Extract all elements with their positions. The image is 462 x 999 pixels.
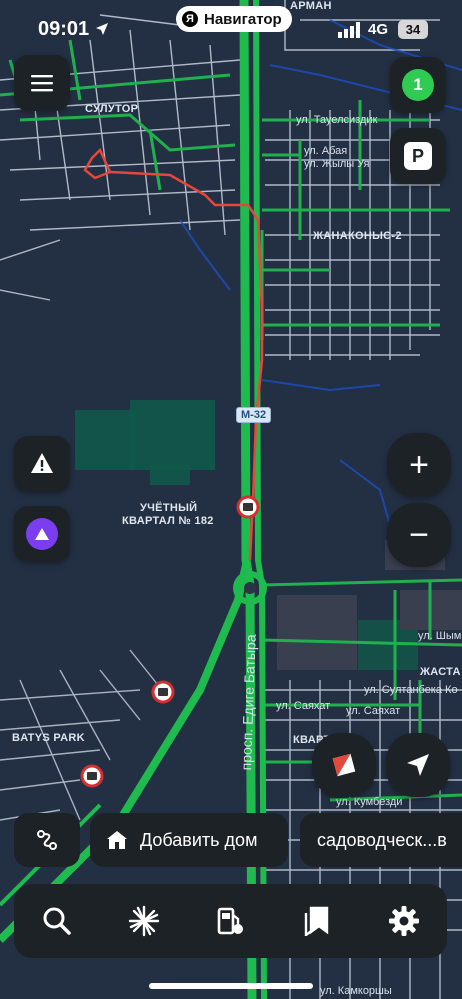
tab-search[interactable] [27, 891, 87, 951]
location-arrow-icon [96, 23, 108, 35]
speed-camera-icon [151, 680, 175, 704]
map-label: ул. Саяхат [276, 700, 331, 712]
sparkle-icon [128, 905, 160, 937]
compass-icon [332, 753, 356, 777]
app-name: Навигатор [204, 10, 282, 28]
map-label: ул. Саяхат [346, 705, 401, 717]
traffic-button[interactable]: 1 [390, 57, 446, 113]
yandex-logo-icon: Я [182, 11, 198, 27]
fuel-station-icon [218, 907, 244, 935]
zoom-in-icon: + [409, 446, 429, 484]
home-indicator[interactable] [149, 983, 313, 989]
navigation-arrow-icon [407, 754, 429, 776]
status-bar: 09:01 Я Навигатор 4G 34 [0, 0, 462, 60]
zoom-out-button[interactable]: − [387, 503, 451, 567]
network-type: 4G [368, 21, 389, 38]
status-time: 09:01 [38, 18, 90, 40]
map-label: ул. Камкоршы [320, 985, 392, 997]
bookmark-icon [304, 906, 329, 936]
gear-icon [388, 906, 419, 936]
battery-indicator: 34 [398, 20, 428, 39]
add-home-button[interactable]: Добавить дом [90, 813, 288, 867]
zoom-out-icon: − [409, 516, 429, 554]
alice-icon [26, 518, 58, 550]
map-label: ул. Жылы Уя [304, 158, 370, 170]
report-button[interactable] [14, 436, 70, 492]
destination-label: садоводческ...в [317, 829, 447, 850]
alice-assistant-button[interactable] [14, 506, 70, 562]
saved-destination-chip[interactable]: садоводческ...в [300, 813, 462, 867]
cellular-signal-icon [338, 22, 360, 38]
tab-fuel[interactable] [200, 891, 260, 951]
app-indicator[interactable]: Я Навигатор [176, 6, 292, 32]
map-label: ЖАСТА [420, 666, 461, 678]
zoom-in-button[interactable]: + [387, 433, 451, 497]
home-icon [107, 831, 127, 849]
parking-icon: P [404, 142, 432, 170]
bottom-tab-bar [14, 884, 447, 958]
search-icon [43, 907, 72, 935]
speed-camera-icon [236, 495, 260, 519]
my-location-button[interactable] [386, 733, 450, 797]
map-label: КВАРТАЛ № 182 [122, 515, 214, 527]
warning-icon [31, 453, 53, 473]
add-home-label: Добавить дом [140, 829, 258, 850]
hamburger-menu-icon [31, 75, 53, 92]
map-label: BATYS PARK [12, 732, 85, 744]
map-label: УЧЁТНЫЙ [140, 502, 198, 514]
map-label: ЖАНАКОНЫС-2 [313, 230, 402, 242]
route-options-button[interactable] [14, 813, 80, 867]
map-label: ул. Абая [304, 145, 348, 157]
map-label: СУЛУТОР [85, 103, 139, 115]
compass-button[interactable] [312, 733, 376, 797]
tab-bookmarks[interactable] [287, 891, 347, 951]
parking-button[interactable]: P [390, 128, 446, 184]
tab-discovery[interactable] [114, 891, 174, 951]
highway-shield: М-32 [236, 407, 272, 423]
route-icon [37, 830, 57, 850]
map-label: ул. Тауелсиздик [296, 114, 378, 126]
tab-settings[interactable] [374, 891, 434, 951]
map-label: ул. Кумбезди [336, 796, 403, 808]
menu-button[interactable] [14, 55, 70, 111]
speed-camera-icon [80, 764, 104, 788]
traffic-score: 1 [402, 69, 434, 101]
map-label: ул. Султанбека Ко [364, 684, 458, 696]
map-label: ул. Шым [418, 630, 462, 642]
